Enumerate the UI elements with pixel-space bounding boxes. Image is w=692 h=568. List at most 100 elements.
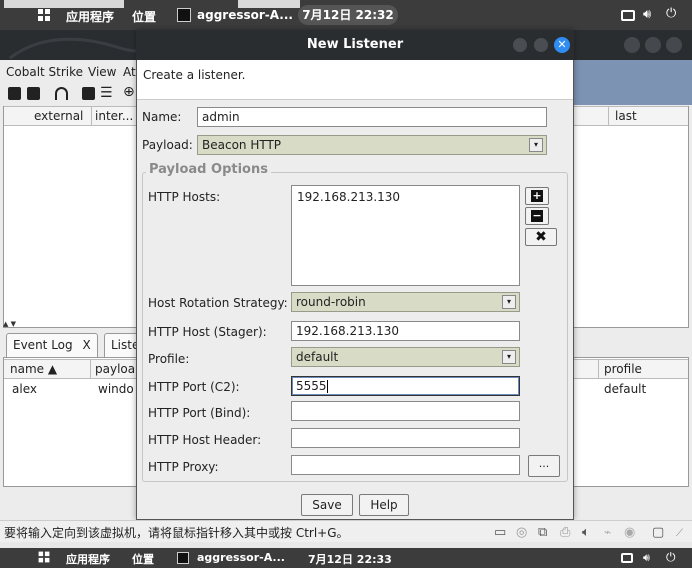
volume-icon[interactable]: 🔊︎ — [643, 8, 651, 22]
terminal-icon — [177, 552, 189, 564]
clear-hosts-button[interactable]: ✖ — [525, 228, 557, 246]
active-window-label[interactable]: aggressor-A... — [197, 8, 293, 22]
splitter-arrows-icon[interactable]: ▲ ▼ — [3, 320, 33, 332]
http-hosts-label: HTTP Hosts: — [148, 190, 221, 204]
network-icon[interactable]: ⧉ — [538, 525, 547, 540]
tab-event-log-label: Event Log — [13, 338, 73, 352]
http-proxy-field[interactable] — [291, 455, 520, 475]
main-bluepanel — [574, 60, 692, 105]
window-fragment — [4, 0, 124, 8]
close-button[interactable] — [666, 37, 682, 53]
column-external[interactable]: external — [34, 107, 83, 125]
plus-icon: + — [531, 189, 543, 202]
menu-attacks[interactable]: At — [123, 65, 136, 79]
row-name: alex — [12, 382, 37, 396]
tab-close-icon[interactable]: X — [82, 338, 90, 352]
host-rotation-value: round-robin — [296, 295, 366, 309]
payload-label: Payload: — [142, 138, 193, 152]
usb-icon[interactable]: ⌁ — [604, 525, 611, 539]
profile-label: Profile: — [148, 352, 190, 366]
active-window-label[interactable]: aggressor-A... — [197, 551, 285, 564]
payload-options-title: Payload Options — [146, 162, 271, 177]
volume-icon[interactable]: 🔊︎ — [643, 551, 650, 565]
http-host-header-field[interactable] — [291, 428, 520, 448]
http-host-header-label: HTTP Host Header: — [148, 433, 262, 447]
minus-icon: − — [531, 209, 543, 222]
http-proxy-label: HTTP Proxy: — [148, 460, 219, 474]
help-button[interactable]: Help — [359, 494, 409, 516]
list-item[interactable]: 192.168.213.130 — [297, 190, 514, 204]
apps-grid-icon[interactable] — [38, 551, 50, 563]
applications-menu[interactable]: 应用程序 — [66, 551, 110, 567]
tab-event-log[interactable]: Event Log X — [6, 333, 98, 357]
http-port-c2-field[interactable]: 5555 — [291, 376, 520, 396]
http-hosts-list[interactable]: 192.168.213.130 — [291, 185, 520, 286]
harddisk-icon[interactable]: ▭ — [494, 525, 506, 540]
minimize-button[interactable] — [624, 37, 640, 53]
profile-value: default — [296, 350, 339, 364]
proxy-browse-button[interactable]: ... — [528, 455, 560, 477]
column-name[interactable]: name ▲ — [10, 360, 57, 378]
vm-input-hint: 要将输入定向到该虚拟机，请将鼠标指针移入其中或按 Ctrl+G。 — [4, 526, 349, 540]
camera-icon[interactable]: ◉ — [624, 525, 635, 540]
http-host-stager-field[interactable]: 192.168.213.130 — [291, 321, 520, 341]
chevron-down-icon: ▾ — [502, 350, 516, 364]
payload-select[interactable]: Beacon HTTP ▾ — [197, 135, 547, 155]
applications-menu[interactable]: 应用程序 — [66, 8, 114, 25]
printer-icon[interactable]: ⎙ — [560, 525, 570, 540]
apps-grid-icon[interactable] — [38, 9, 50, 21]
maximize-button[interactable] — [645, 37, 661, 53]
name-field[interactable]: admin — [197, 107, 547, 127]
chevron-down-icon: ▾ — [529, 138, 543, 152]
dialog-titlebar: New Listener — [136, 30, 574, 60]
headphones-icon[interactable] — [55, 87, 68, 100]
dialog-close-icon[interactable]: ✕ — [554, 37, 570, 53]
target-icon[interactable]: ⊕ — [123, 84, 135, 100]
host-rotation-label: Host Rotation Strategy: — [148, 296, 288, 310]
chevron-down-icon: ▾ — [502, 295, 516, 309]
message-icon[interactable]: ▢ — [652, 525, 664, 540]
dialog-description: Create a listener. — [137, 60, 573, 100]
http-port-bind-field[interactable] — [291, 401, 520, 421]
list-icon[interactable]: ☰ — [100, 85, 113, 101]
dialog-maximize-button[interactable] — [534, 38, 548, 52]
column-divider — [91, 107, 92, 125]
column-profile[interactable]: profile — [604, 360, 642, 378]
cdrom-icon[interactable]: ◎ — [516, 525, 527, 540]
host-rotation-select[interactable]: round-robin ▾ — [291, 292, 520, 312]
column-internal[interactable]: inter... — [95, 107, 133, 125]
sound-icon[interactable]: 🔈︎ — [582, 525, 590, 540]
remove-host-button[interactable]: − — [525, 207, 549, 225]
column-payload[interactable]: payloa — [95, 360, 135, 378]
column-last[interactable]: last — [615, 107, 637, 125]
places-menu[interactable]: 位置 — [132, 551, 154, 567]
pivot-graph-icon[interactable] — [82, 87, 95, 100]
display-icon[interactable] — [621, 553, 633, 563]
http-port-bind-label: HTTP Port (Bind): — [148, 406, 251, 420]
menu-view[interactable]: View — [88, 65, 116, 79]
disconnect-icon[interactable] — [27, 87, 40, 100]
text-cursor — [326, 380, 328, 393]
add-host-button[interactable]: + — [525, 187, 549, 205]
menu-cobalt-strike[interactable]: Cobalt Strike — [6, 65, 83, 79]
column-divider — [608, 107, 609, 125]
row-payload: windo — [98, 382, 134, 396]
http-host-stager-label: HTTP Host (Stager): — [148, 325, 267, 339]
power-icon[interactable]: ⏻ — [666, 550, 676, 564]
new-connection-icon[interactable] — [8, 87, 21, 100]
http-port-c2-label: HTTP Port (C2): — [148, 380, 240, 394]
display-icon[interactable] — [621, 10, 635, 21]
clock[interactable]: 7月12日 22:32 — [298, 5, 398, 25]
column-divider — [90, 360, 91, 378]
column-divider — [598, 360, 599, 378]
resize-grip-icon[interactable]: ⟋ — [676, 528, 683, 539]
profile-select[interactable]: default ▾ — [291, 347, 520, 367]
power-icon[interactable]: ⏻ — [666, 7, 676, 21]
save-button[interactable]: Save — [301, 494, 353, 516]
dialog-minimize-button[interactable] — [513, 38, 527, 52]
terminal-icon — [177, 8, 191, 22]
row-profile: default — [604, 382, 647, 396]
places-menu[interactable]: 位置 — [132, 8, 156, 25]
x-icon: ✖ — [535, 229, 547, 245]
clock[interactable]: 7月12日 22:33 — [308, 551, 392, 567]
